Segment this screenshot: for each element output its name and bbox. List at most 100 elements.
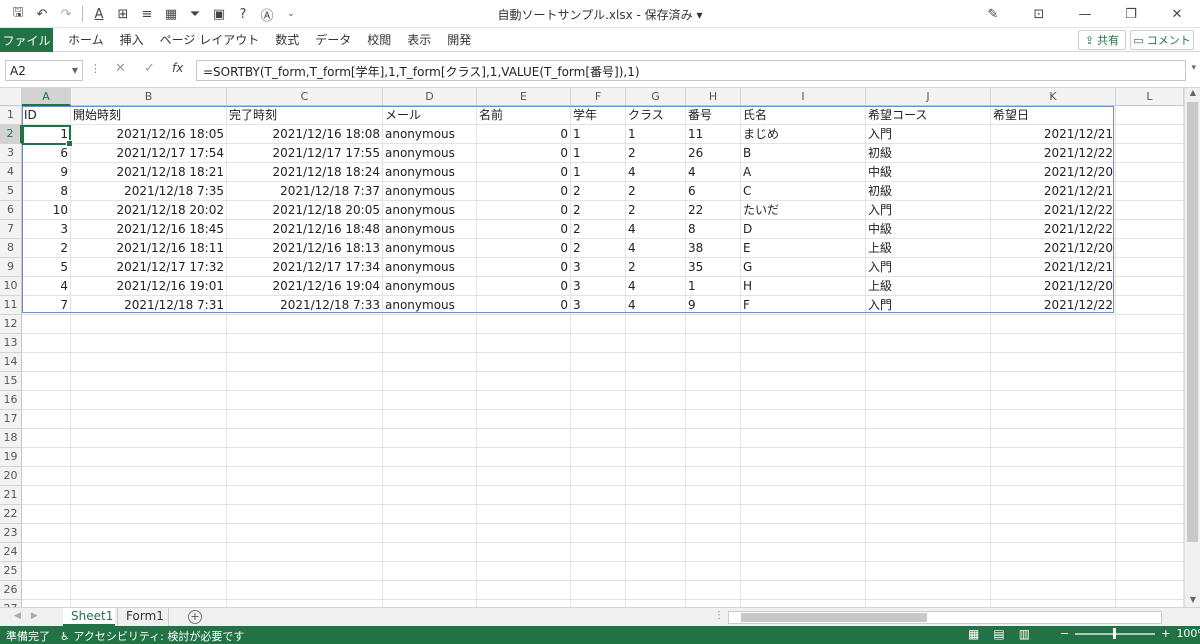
cell[interactable] — [686, 353, 741, 372]
row-header[interactable]: 1 — [0, 106, 22, 125]
cell[interactable] — [741, 600, 866, 607]
cell[interactable]: 0 — [477, 125, 571, 144]
cell[interactable] — [866, 448, 991, 467]
cell[interactable] — [866, 353, 991, 372]
cell[interactable] — [741, 486, 866, 505]
cell[interactable] — [227, 315, 383, 334]
cell[interactable] — [71, 486, 227, 505]
cell[interactable]: 2 — [626, 201, 686, 220]
cell[interactable]: 2021/12/20 — [991, 239, 1116, 258]
cell[interactable]: 3 — [22, 220, 71, 239]
cell[interactable] — [686, 505, 741, 524]
column-header[interactable]: A — [22, 88, 71, 106]
cell[interactable]: 2021/12/18 20:02 — [71, 201, 227, 220]
cell[interactable]: B — [741, 144, 866, 163]
cell[interactable]: 8 — [22, 182, 71, 201]
cell[interactable]: 6 — [686, 182, 741, 201]
sheet-tab-form1[interactable]: Form1 — [117, 608, 169, 626]
cell[interactable] — [866, 315, 991, 334]
cell[interactable] — [686, 334, 741, 353]
cell[interactable] — [626, 524, 686, 543]
cell[interactable] — [626, 505, 686, 524]
cell[interactable]: 1 — [22, 125, 71, 144]
row-header[interactable]: 9 — [0, 258, 22, 277]
image-icon[interactable]: ▣ — [209, 4, 229, 24]
row-header[interactable]: 20 — [0, 467, 22, 486]
cell[interactable] — [1116, 144, 1184, 163]
cell[interactable] — [1116, 391, 1184, 410]
cell[interactable] — [571, 467, 626, 486]
row-header[interactable]: 24 — [0, 543, 22, 562]
row-header[interactable]: 14 — [0, 353, 22, 372]
cell[interactable] — [866, 562, 991, 581]
cell[interactable] — [1116, 581, 1184, 600]
cell[interactable]: 2021/12/16 18:13 — [227, 239, 383, 258]
cell[interactable] — [383, 524, 477, 543]
cell[interactable] — [686, 524, 741, 543]
row-header[interactable]: 22 — [0, 505, 22, 524]
cell[interactable]: 名前 — [477, 106, 571, 125]
cell[interactable]: 2021/12/16 18:08 — [227, 125, 383, 144]
cell[interactable]: 2021/12/21 — [991, 182, 1116, 201]
cell[interactable] — [227, 562, 383, 581]
cell[interactable] — [477, 467, 571, 486]
cell[interactable] — [383, 543, 477, 562]
worksheet-grid[interactable]: A B C D E F G H I J K L 1 ID 開始時刻 完了時刻 メール 名前… — [0, 88, 1184, 607]
cell[interactable] — [71, 429, 227, 448]
cell[interactable] — [686, 562, 741, 581]
row-header[interactable]: 15 — [0, 372, 22, 391]
cell[interactable] — [71, 543, 227, 562]
cell[interactable] — [866, 505, 991, 524]
cell[interactable] — [991, 581, 1116, 600]
cell[interactable] — [22, 600, 71, 607]
cell[interactable] — [383, 315, 477, 334]
cell[interactable] — [1116, 125, 1184, 144]
cell[interactable] — [383, 334, 477, 353]
cell[interactable] — [866, 372, 991, 391]
cell[interactable] — [741, 467, 866, 486]
cell[interactable] — [991, 391, 1116, 410]
cell[interactable] — [626, 372, 686, 391]
cell[interactable]: 7 — [22, 296, 71, 315]
cell[interactable] — [22, 562, 71, 581]
row-header[interactable]: 6 — [0, 201, 22, 220]
cell[interactable] — [866, 334, 991, 353]
zoom-in-icon[interactable]: + — [1161, 627, 1170, 640]
cell[interactable] — [1116, 315, 1184, 334]
cell[interactable]: 2021/12/18 20:05 — [227, 201, 383, 220]
cell[interactable]: 4 — [22, 277, 71, 296]
cell[interactable] — [991, 334, 1116, 353]
cell[interactable] — [383, 353, 477, 372]
row-header[interactable]: 25 — [0, 562, 22, 581]
cell[interactable] — [626, 429, 686, 448]
cell[interactable]: 2 — [571, 239, 626, 258]
cell[interactable] — [1116, 353, 1184, 372]
cell[interactable]: 0 — [477, 277, 571, 296]
cell[interactable]: 2021/12/16 18:48 — [227, 220, 383, 239]
cell[interactable]: 9 — [686, 296, 741, 315]
zoom-slider-knob[interactable] — [1113, 627, 1117, 639]
cell[interactable] — [383, 562, 477, 581]
cell[interactable]: D — [741, 220, 866, 239]
cell[interactable] — [383, 467, 477, 486]
cell[interactable]: A — [741, 163, 866, 182]
cell[interactable]: 2021/12/20 — [991, 277, 1116, 296]
cell[interactable] — [626, 467, 686, 486]
row-header[interactable]: 16 — [0, 391, 22, 410]
cancel-icon[interactable]: ✕ — [115, 61, 126, 76]
column-header[interactable]: H — [686, 88, 741, 106]
textbox-icon[interactable]: Ⓐ — [257, 4, 277, 24]
cell[interactable]: 2021/12/22 — [991, 296, 1116, 315]
cell[interactable] — [991, 315, 1116, 334]
cell[interactable] — [477, 372, 571, 391]
cell[interactable] — [227, 372, 383, 391]
cell[interactable]: anonymous — [383, 258, 477, 277]
cell[interactable] — [227, 448, 383, 467]
column-header[interactable]: J — [866, 88, 991, 106]
cell[interactable]: 開始時刻 — [71, 106, 227, 125]
table-icon[interactable]: ▦ — [161, 4, 181, 24]
cell[interactable]: 2 — [571, 182, 626, 201]
cell[interactable]: anonymous — [383, 296, 477, 315]
cell[interactable]: C — [741, 182, 866, 201]
cell[interactable] — [477, 600, 571, 607]
